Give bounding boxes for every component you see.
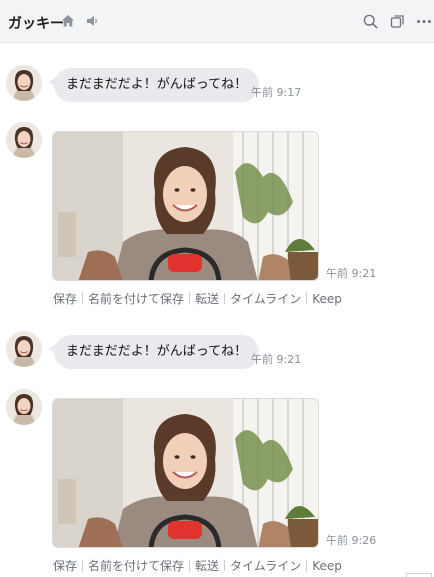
avatar[interactable] <box>6 65 42 101</box>
chat-header: ガッキー <box>0 0 434 43</box>
home-icon[interactable] <box>61 14 77 30</box>
divider <box>224 560 226 571</box>
avatar[interactable] <box>6 389 42 425</box>
timeline-action[interactable]: タイムライン <box>230 557 301 574</box>
save-action[interactable]: 保存 <box>53 290 77 307</box>
divider <box>306 560 308 571</box>
forward-action[interactable]: 転送 <box>195 290 219 307</box>
copy-window-icon[interactable] <box>390 14 406 30</box>
message-bubble[interactable]: まだまだだよ！がんばってね！ <box>48 335 260 369</box>
chat-title: ガッキー <box>8 16 64 32</box>
save-as-action[interactable]: 名前を付けて保存 <box>88 290 184 307</box>
message-bubble[interactable]: まだまだだよ！がんばってね！ <box>48 68 260 102</box>
more-icon[interactable] <box>416 14 432 30</box>
message-time: 午前 9:21 <box>251 353 302 366</box>
resize-handle[interactable] <box>406 573 432 577</box>
search-icon[interactable] <box>363 14 379 30</box>
divider <box>189 293 191 304</box>
image-actions-bar: 保存 名前を付けて保存 転送 タイムライン Keep <box>53 290 342 307</box>
timeline-action[interactable]: タイムライン <box>230 290 301 307</box>
avatar[interactable] <box>6 122 42 158</box>
speaker-icon[interactable] <box>85 14 101 30</box>
photo-message[interactable] <box>52 131 319 281</box>
save-action[interactable]: 保存 <box>53 557 77 574</box>
divider <box>189 560 191 571</box>
image-actions-bar: 保存 名前を付けて保存 転送 タイムライン Keep <box>53 557 342 574</box>
avatar[interactable] <box>6 331 42 367</box>
divider <box>82 560 84 571</box>
divider <box>82 293 84 304</box>
keep-action[interactable]: Keep <box>312 292 342 306</box>
divider <box>306 293 308 304</box>
save-as-action[interactable]: 名前を付けて保存 <box>88 557 184 574</box>
keep-action[interactable]: Keep <box>312 559 342 573</box>
message-time: 午前 9:17 <box>251 86 302 99</box>
divider <box>224 293 226 304</box>
message-time: 午前 9:21 <box>326 267 377 280</box>
photo-message[interactable] <box>52 398 319 548</box>
message-time: 午前 9:26 <box>326 534 377 547</box>
forward-action[interactable]: 転送 <box>195 557 219 574</box>
